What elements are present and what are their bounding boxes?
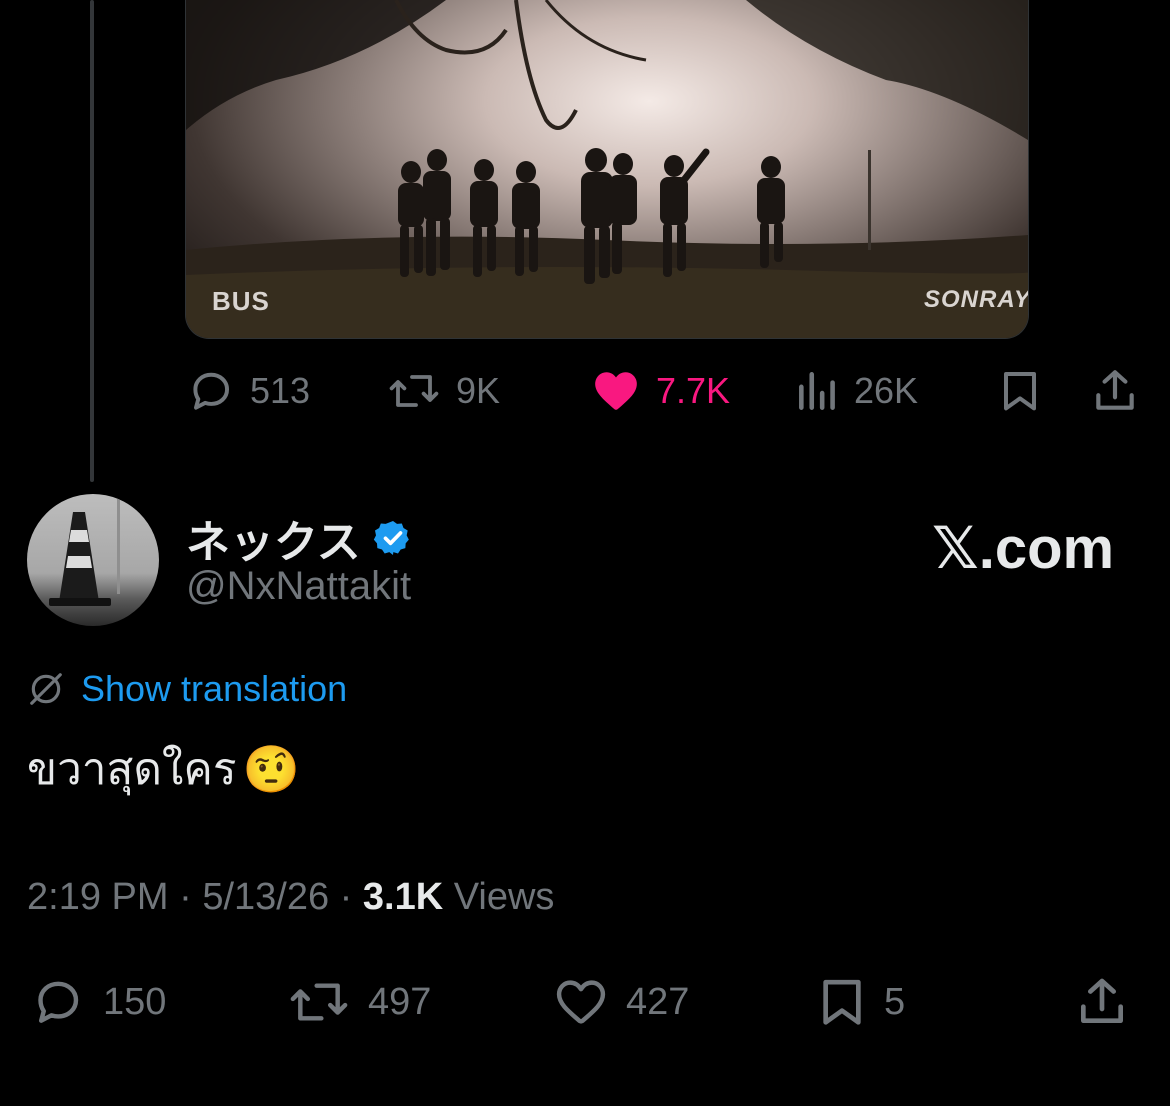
main-tweet-action-bar: 150 497 427 5 bbox=[0, 974, 1170, 1030]
meta-separator-2: · bbox=[339, 876, 353, 918]
tweet-date[interactable]: 5/13/26 bbox=[202, 876, 329, 918]
show-translation-label: Show translation bbox=[81, 668, 348, 709]
bottom-divider bbox=[0, 1096, 1170, 1106]
main-reply-count: 150 bbox=[103, 981, 167, 1023]
reply-count: 513 bbox=[250, 370, 311, 411]
tweet-media-image[interactable]: BUS SONRAY bbox=[185, 0, 1029, 339]
avatar[interactable] bbox=[27, 494, 159, 626]
repost-count: 9K bbox=[456, 370, 501, 411]
display-name-text: ネックス bbox=[186, 518, 361, 567]
share-button[interactable] bbox=[1090, 366, 1140, 416]
share-icon bbox=[1096, 370, 1134, 410]
tweet-text-body: ขวาสุดใคร bbox=[27, 745, 237, 794]
media-logo-right: SONRAY bbox=[924, 286, 1029, 313]
main-repost-count: 497 bbox=[368, 981, 432, 1023]
main-bookmark-button[interactable]: 5 bbox=[814, 974, 905, 1030]
main-share-button[interactable] bbox=[1072, 974, 1132, 1030]
repost-button[interactable]: 9K bbox=[386, 366, 500, 416]
tweet-time[interactable]: 2:19 PM bbox=[27, 876, 169, 918]
main-repost-button[interactable]: 497 bbox=[284, 974, 431, 1030]
bookmark-button[interactable] bbox=[996, 366, 1044, 416]
main-reply-button[interactable]: 150 bbox=[27, 974, 166, 1030]
tweet-views-count: 3.1K bbox=[362, 876, 444, 918]
reply-icon bbox=[193, 372, 230, 410]
traffic-cone-avatar-image bbox=[49, 494, 120, 606]
raised-eyebrow-emoji: 🤨 bbox=[242, 742, 300, 795]
tweet-views-label: Views bbox=[453, 876, 555, 918]
meta-separator-1: · bbox=[179, 876, 192, 918]
media-scene bbox=[186, 0, 1028, 338]
share-icon bbox=[1081, 978, 1123, 1023]
author-handle[interactable]: @NxNattakit bbox=[186, 564, 411, 609]
reply-icon bbox=[38, 981, 79, 1023]
x-com-watermark: 𝕏.com bbox=[932, 516, 1115, 581]
author-display-name[interactable]: ネックス bbox=[186, 506, 413, 570]
main-bookmark-count: 5 bbox=[884, 981, 906, 1023]
reply-button[interactable]: 513 bbox=[186, 366, 310, 416]
bookmark-icon bbox=[823, 979, 861, 1025]
views-count: 26K bbox=[854, 370, 919, 411]
like-count: 7.7K bbox=[656, 370, 731, 411]
verified-badge-icon bbox=[373, 521, 409, 555]
show-translation-link[interactable]: Show translation bbox=[27, 668, 347, 710]
like-button[interactable]: 7.7K bbox=[590, 366, 730, 416]
translate-globe-icon bbox=[30, 673, 62, 705]
tweet-text: ขวาสุดใคร 🤨 bbox=[27, 734, 300, 804]
main-like-count: 427 bbox=[626, 981, 690, 1023]
views-button[interactable]: 26K bbox=[796, 366, 918, 416]
main-like-button[interactable]: 427 bbox=[550, 974, 689, 1030]
heart-outline-icon bbox=[556, 980, 606, 1024]
repost-icon bbox=[290, 983, 348, 1021]
parent-tweet-action-bar: 513 9K 7.7K 26K bbox=[0, 366, 1170, 418]
tweet-meta: 2:19 PM · 5/13/26 · 3.1K Views bbox=[27, 876, 554, 919]
bookmark-icon bbox=[1004, 372, 1036, 411]
media-logo-left: BUS bbox=[212, 286, 270, 316]
heart-filled-icon bbox=[595, 372, 637, 410]
repost-icon bbox=[389, 375, 439, 407]
analytics-icon bbox=[799, 372, 835, 410]
